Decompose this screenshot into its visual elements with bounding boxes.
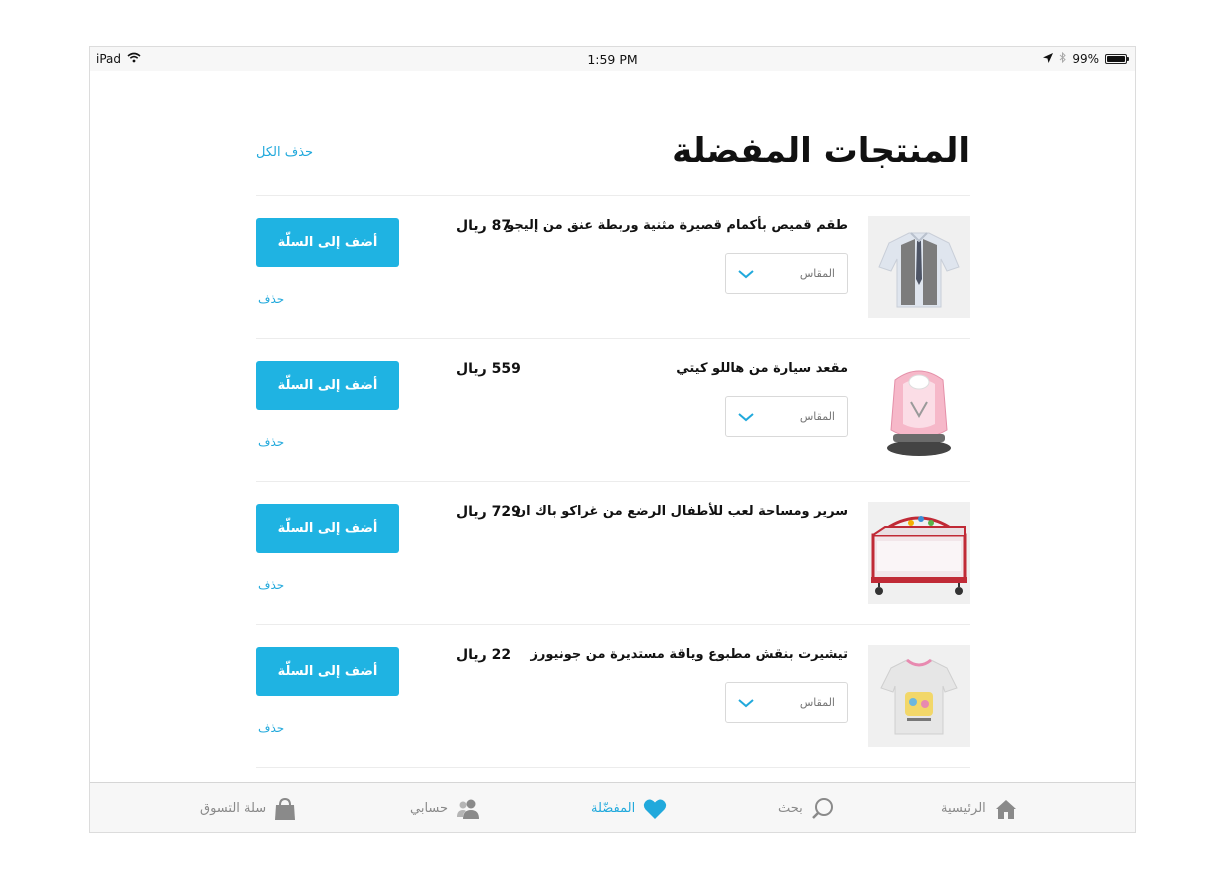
product-name[interactable]: طقم قميص بأكمام قصيرة مثنية وربطة عنق من… [468,218,848,233]
size-select-placeholder: المقاس [799,696,835,709]
add-to-cart-button[interactable]: أضف إلى السلّة [256,218,399,267]
car-seat-image[interactable] [868,359,970,461]
product-name[interactable]: سرير ومساحة لعب للأطفال الرضع من غراكو ب… [468,504,848,519]
tab-home-label: الرئيسية [941,801,986,816]
tab-account[interactable]: حسابي [410,783,480,832]
add-to-cart-button[interactable]: أضف إلى السلّة [256,647,399,696]
product-price: 729 ريال [456,504,521,520]
tab-search-label: بحث [778,801,803,816]
remove-link[interactable]: حذف [258,721,284,735]
tab-favorites[interactable]: المفضّلة [591,783,667,832]
status-time: 1:59 PM [587,52,638,67]
page-title: المنتجات المفضلة [672,131,970,171]
ipad-screen: iPad 1:59 PM 99% المنتجات المفضلة حذف ال… [89,46,1136,833]
favorite-item: سرير ومساحة لعب للأطفال الرضع من غراكو ب… [256,482,970,625]
product-price: 22 ريال [456,647,512,663]
remove-link[interactable]: حذف [258,435,284,449]
add-to-cart-button[interactable]: أضف إلى السلّة [256,361,399,410]
search-icon [811,797,835,821]
size-select[interactable]: المقاس [725,682,848,723]
clear-all-link[interactable]: حذف الكل [256,145,313,160]
chevron-down-icon [736,264,756,284]
location-arrow-icon [1043,52,1054,66]
product-price: 559 ريال [456,361,521,377]
page-header: المنتجات المفضلة حذف الكل [256,131,970,183]
tab-cart[interactable]: سلة التسوق [200,783,296,832]
product-name[interactable]: مقعد سيارة من هاللو كيتي [468,361,848,376]
remove-link[interactable]: حذف [258,578,284,592]
tshirt-image[interactable] [868,645,970,747]
heart-icon [643,798,667,820]
size-select-placeholder: المقاس [799,267,835,280]
size-select[interactable]: المقاس [725,253,848,294]
tab-search[interactable]: بحث [778,783,835,832]
tab-home[interactable]: الرئيسية [941,783,1018,832]
battery-icon [1105,54,1129,64]
tab-account-label: حسابي [410,801,449,816]
favorite-item: طقم قميص بأكمام قصيرة مثنية وربطة عنق من… [256,196,970,339]
tab-favorites-label: المفضّلة [591,801,636,816]
size-select[interactable]: المقاس [725,396,848,437]
shopping-bag-icon [274,797,296,821]
users-icon [456,798,480,820]
product-name[interactable]: تيشيرت بنقش مطبوع وياقة مستديرة من جونيو… [468,647,848,662]
tab-bar: الرئيسية بحث المفضّلة حسابي سلة التسوق [90,782,1135,832]
divider [256,767,970,768]
add-to-cart-button[interactable]: أضف إلى السلّة [256,504,399,553]
shirt-vest-set-image[interactable] [868,216,970,318]
battery-level [1107,56,1125,62]
product-price: 87 ريال [456,218,512,234]
favorite-item: مقعد سيارة من هاللو كيتي 559 ريال المقاس… [256,339,970,482]
remove-link[interactable]: حذف [258,292,284,306]
tab-cart-label: سلة التسوق [200,801,267,816]
status-bar: iPad 1:59 PM 99% [90,47,1135,71]
chevron-down-icon [736,407,756,427]
size-select-placeholder: المقاس [799,410,835,423]
playard-crib-image[interactable] [868,502,970,604]
home-icon [994,798,1018,820]
bluetooth-icon [1059,51,1067,66]
chevron-down-icon [736,693,756,713]
status-right: 99% [1043,51,1129,66]
battery-percent: 99% [1072,52,1099,66]
favorite-item: تيشيرت بنقش مطبوع وياقة مستديرة من جونيو… [256,625,970,768]
favorites-page: المنتجات المفضلة حذف الكل طقم قميص بأكما… [90,71,1135,782]
